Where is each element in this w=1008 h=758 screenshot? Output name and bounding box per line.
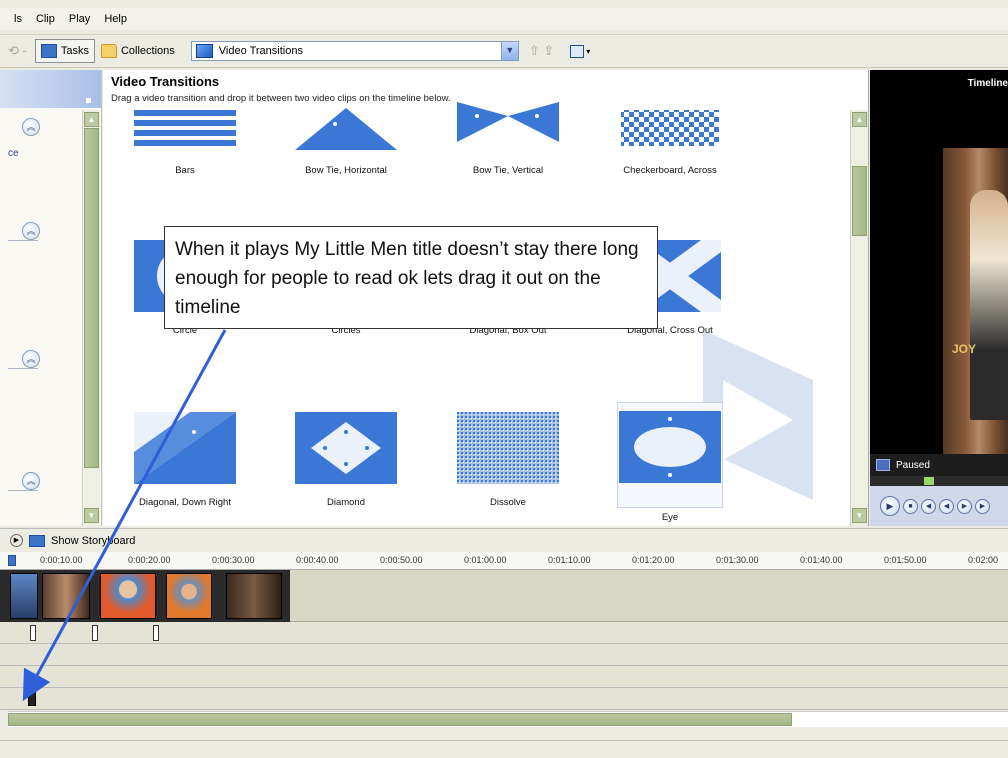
annotation-arrow-icon [22,329,227,702]
